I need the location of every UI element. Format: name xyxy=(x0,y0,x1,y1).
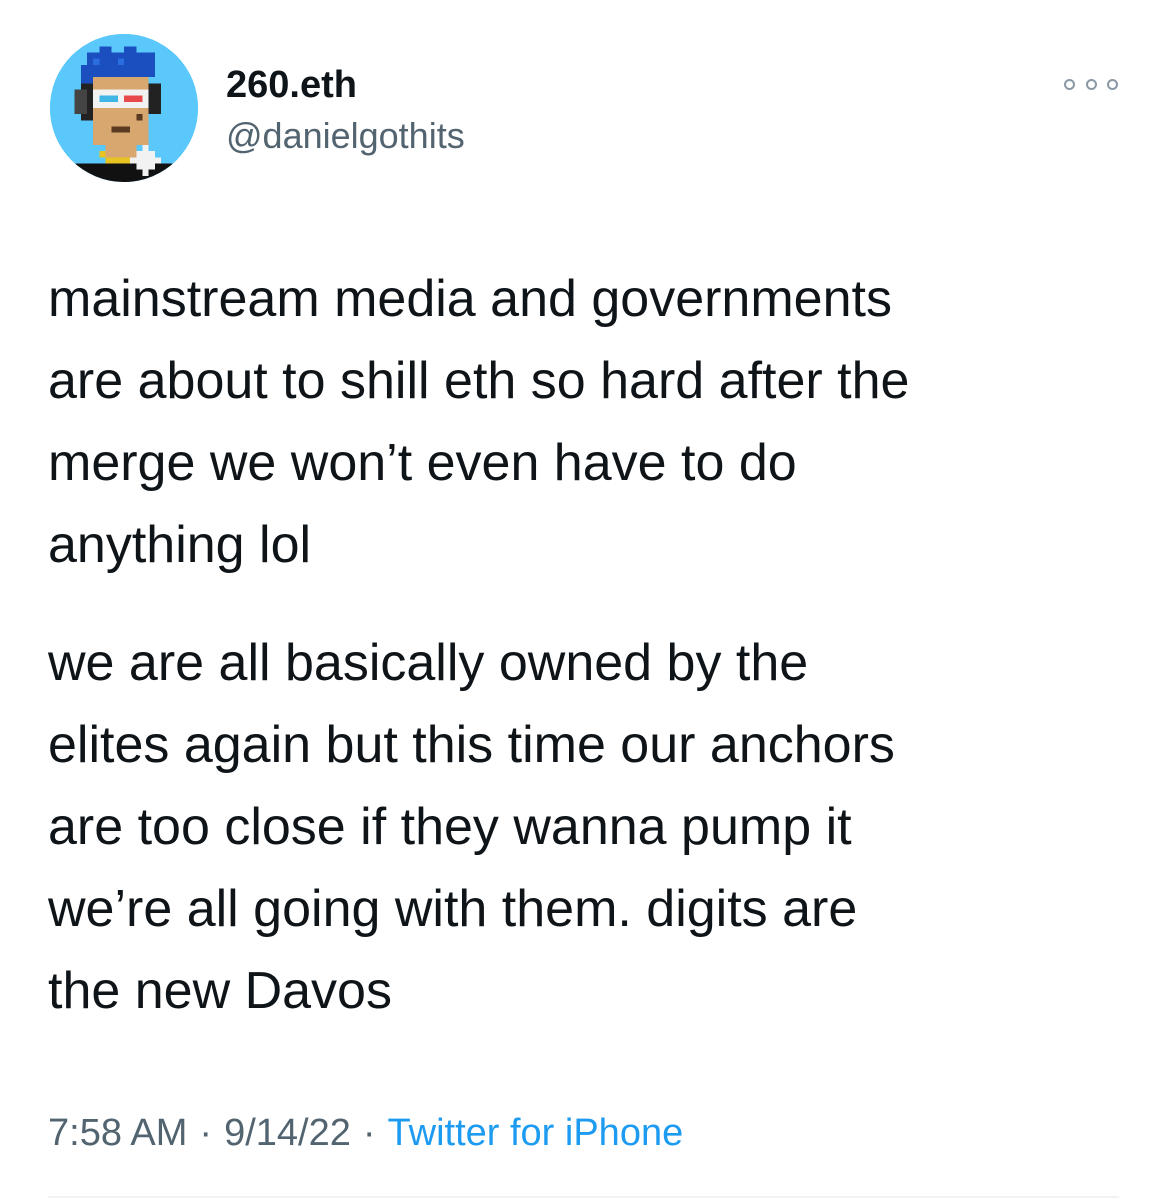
ellipsis-icon[interactable] xyxy=(1064,70,1118,98)
tweet-date[interactable]: 9/14/22 xyxy=(224,1112,351,1154)
tweet-paragraph: mainstream media and governments are abo… xyxy=(48,270,910,574)
tweet-text: mainstream media and governments are abo… xyxy=(48,258,1138,1032)
tweet-source-link[interactable]: Twitter for iPhone xyxy=(388,1112,684,1154)
meta-separator: · xyxy=(199,1112,213,1154)
more-dot xyxy=(1064,78,1075,90)
author-display-name[interactable]: 260.eth xyxy=(226,62,357,108)
tweet-paragraph: we are all basically owned by the elites… xyxy=(48,634,895,1020)
tweet-meta: 7:58 AM · 9/14/22 · Twitter for iPhone xyxy=(48,1108,683,1158)
tweet: 260.eth @danielgothits mainstream media … xyxy=(0,0,1169,1199)
meta-separator: · xyxy=(362,1112,376,1154)
divider xyxy=(48,1196,1119,1198)
more-dot xyxy=(1107,78,1118,90)
more-dot xyxy=(1085,78,1097,90)
tweet-time[interactable]: 7:58 AM xyxy=(48,1112,187,1154)
author-handle[interactable]: @danielgothits xyxy=(226,114,465,158)
pixel-punk-avatar-icon[interactable] xyxy=(50,34,198,182)
